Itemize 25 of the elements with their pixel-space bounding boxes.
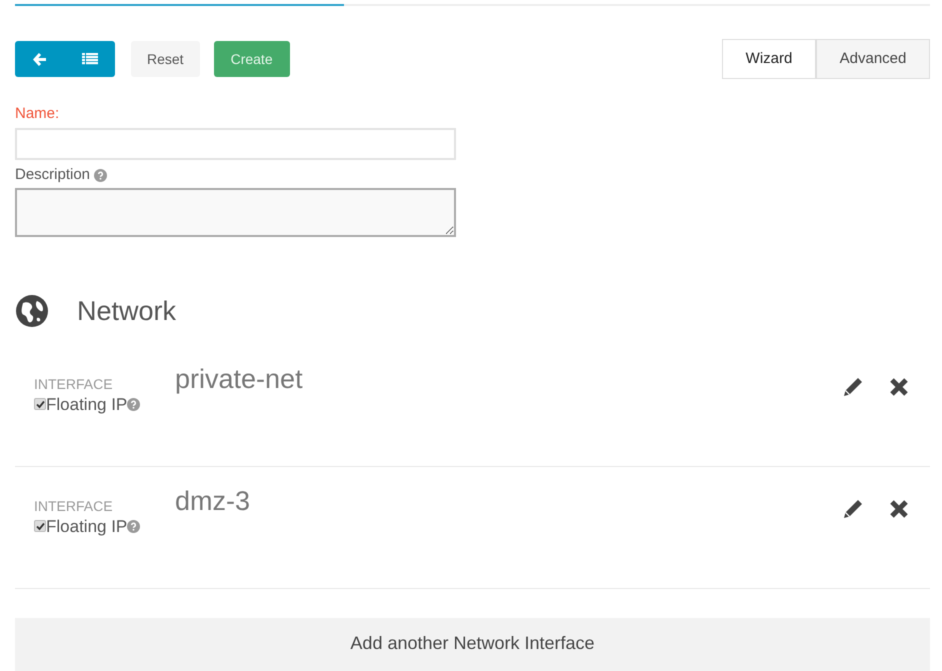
interface-label: INTERFACE: [34, 375, 114, 394]
close-icon: [889, 377, 909, 398]
network-heading: Network: [77, 294, 176, 328]
floating-ip-checkbox[interactable]: [34, 520, 46, 532]
close-icon: [889, 499, 909, 520]
floating-ip-checkbox[interactable]: [34, 398, 46, 410]
floating-ip-label: Floating IP: [46, 394, 128, 416]
floating-ip-label: Floating IP: [46, 516, 128, 538]
description-field[interactable]: [15, 188, 456, 237]
arrow-left-icon: [33, 52, 47, 66]
list-icon: [82, 53, 98, 66]
reset-button[interactable]: Reset: [131, 41, 200, 78]
name-field[interactable]: [15, 128, 456, 160]
help-icon: [127, 520, 140, 533]
globe-icon: [15, 294, 49, 328]
mode-tab[interactable]: Advanced: [816, 39, 930, 80]
mode-tab[interactable]: Wizard: [722, 39, 816, 80]
interface-name: private-net: [175, 363, 303, 396]
description-label: Description: [15, 164, 90, 185]
interface-name: dmz-3: [175, 485, 250, 518]
help-icon: [127, 398, 140, 411]
add-interface-button[interactable]: Add another Network Interface: [15, 618, 930, 671]
interface-label: INTERFACE: [34, 497, 114, 516]
help-icon: [94, 168, 108, 182]
name-label: Name:: [15, 104, 60, 124]
